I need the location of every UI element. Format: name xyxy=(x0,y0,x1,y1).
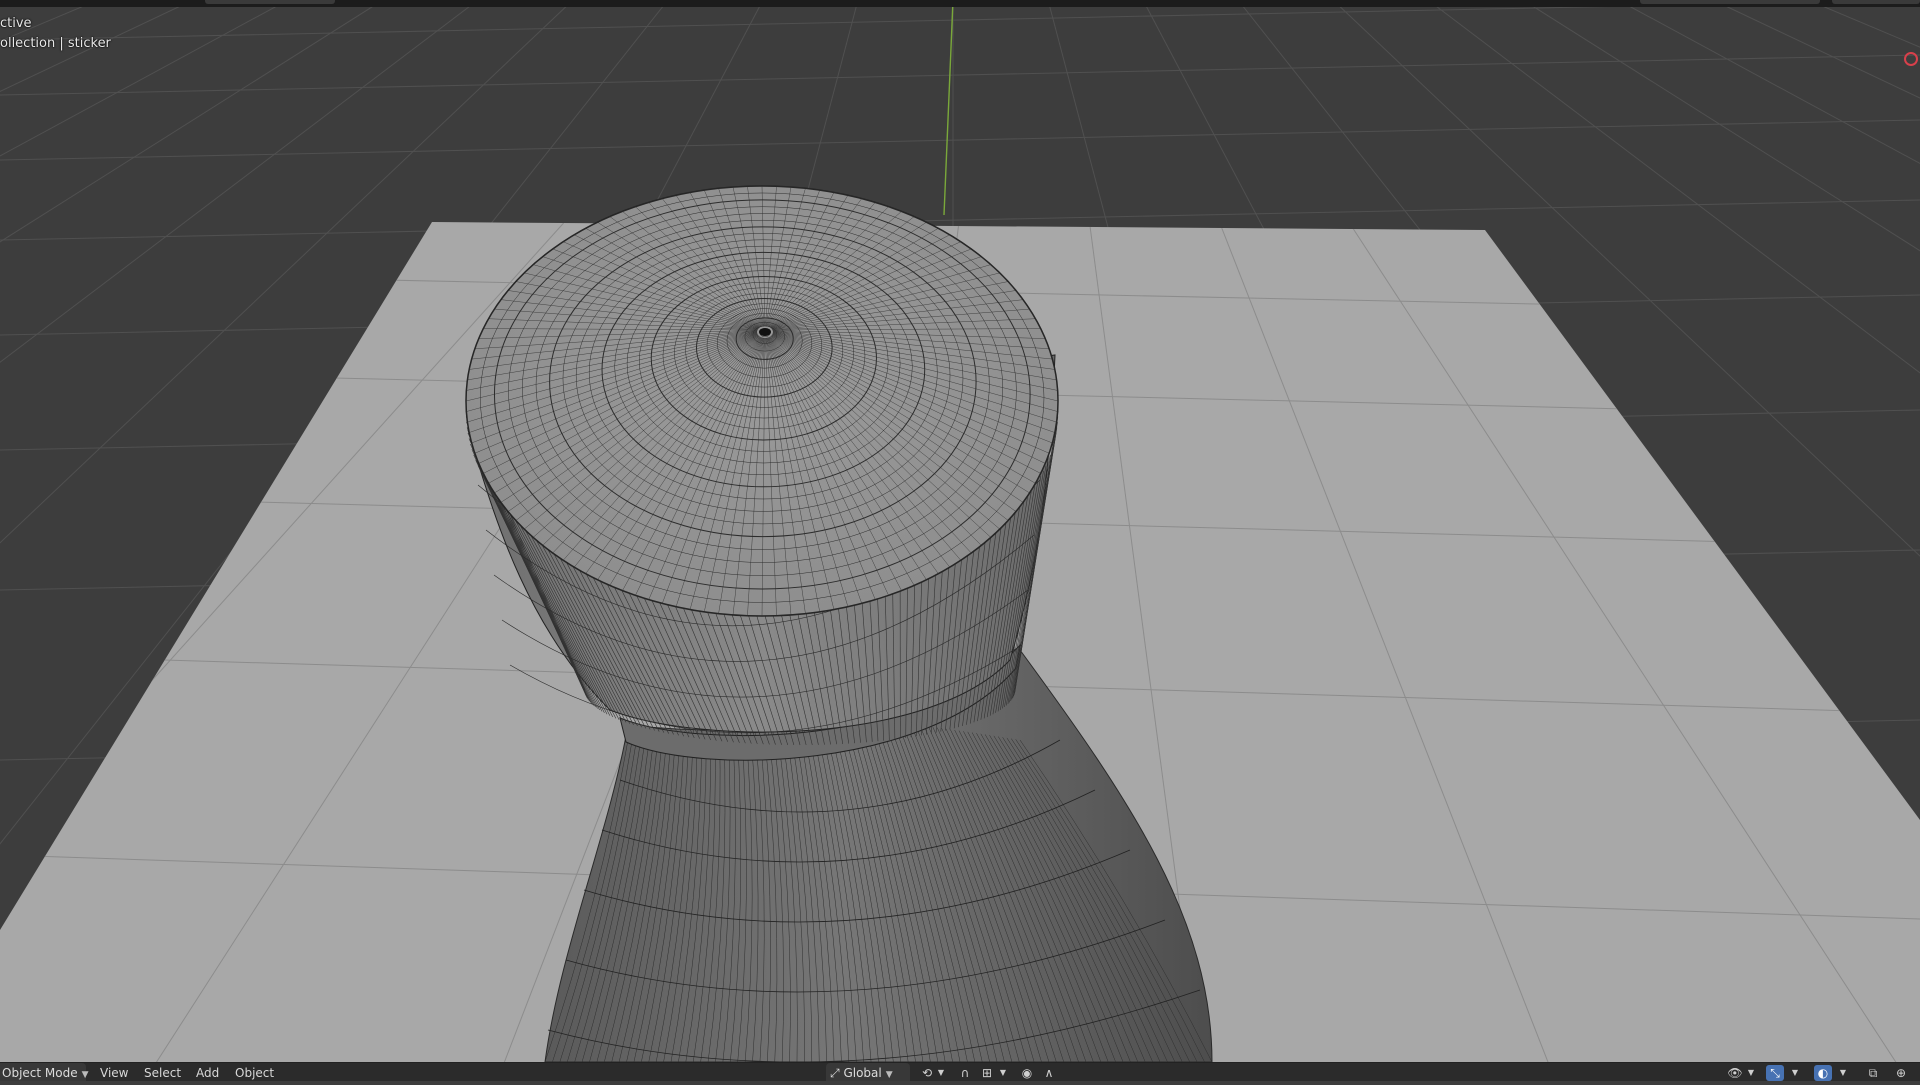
header-tab[interactable] xyxy=(1640,0,1820,4)
chevron-down-icon[interactable]: ▼ xyxy=(1786,1065,1804,1081)
viewport-header-bar: Object Mode ▼ View Select Add Object ⤢ Gl… xyxy=(0,1062,1920,1081)
transform-orientation-icon: ⤢ xyxy=(830,1066,840,1080)
proportional-editing-icon[interactable]: ◉ xyxy=(1018,1065,1036,1081)
chevron-down-icon[interactable]: ▼ xyxy=(994,1065,1012,1081)
menu-select[interactable]: Select xyxy=(144,1063,181,1081)
chevron-down-icon: ▼ xyxy=(886,1070,893,1080)
chevron-down-icon[interactable]: ▼ xyxy=(1742,1065,1760,1081)
chevron-down-icon[interactable]: ▼ xyxy=(932,1065,950,1081)
viewport-info-overlay: ctive ollection | sticker xyxy=(0,14,111,54)
chevron-down-icon: ▼ xyxy=(82,1070,89,1080)
view-mode-text: ctive xyxy=(0,14,111,34)
wireframe-shading-icon[interactable]: ⊕ xyxy=(1892,1065,1910,1081)
menu-view[interactable]: View xyxy=(100,1063,128,1081)
header-tab[interactable] xyxy=(1832,0,1920,4)
header-tab[interactable] xyxy=(205,0,335,4)
top-header-strip xyxy=(0,0,1920,7)
orientation-select[interactable]: ⤢ Global ▼ xyxy=(826,1063,910,1081)
proportional-falloff-icon[interactable]: ∧ xyxy=(1040,1065,1058,1081)
gizmo-icon[interactable]: ⤡ xyxy=(1766,1065,1784,1081)
3d-viewport[interactable]: ctive ollection | sticker Object Mode ▼ V… xyxy=(0,0,1920,1080)
orientation-label: Global xyxy=(843,1066,881,1080)
bottle-cap-top[interactable] xyxy=(466,186,1058,616)
x-axis-gizmo-icon[interactable] xyxy=(1904,52,1918,66)
menu-object[interactable]: Object xyxy=(235,1063,274,1081)
chevron-down-icon[interactable]: ▼ xyxy=(1834,1065,1852,1081)
collection-object-text: ollection | sticker xyxy=(0,34,111,54)
mode-select-label: Object Mode xyxy=(2,1066,78,1080)
y-axis-line xyxy=(944,0,953,215)
menu-add[interactable]: Add xyxy=(196,1063,219,1081)
overlays-icon[interactable]: ◐ xyxy=(1814,1065,1832,1081)
viewport-scene[interactable] xyxy=(0,0,1920,1080)
mode-select[interactable]: Object Mode ▼ xyxy=(0,1063,86,1081)
snap-icon[interactable]: ∩ xyxy=(956,1065,974,1081)
xray-icon[interactable]: ⧉ xyxy=(1864,1065,1882,1081)
